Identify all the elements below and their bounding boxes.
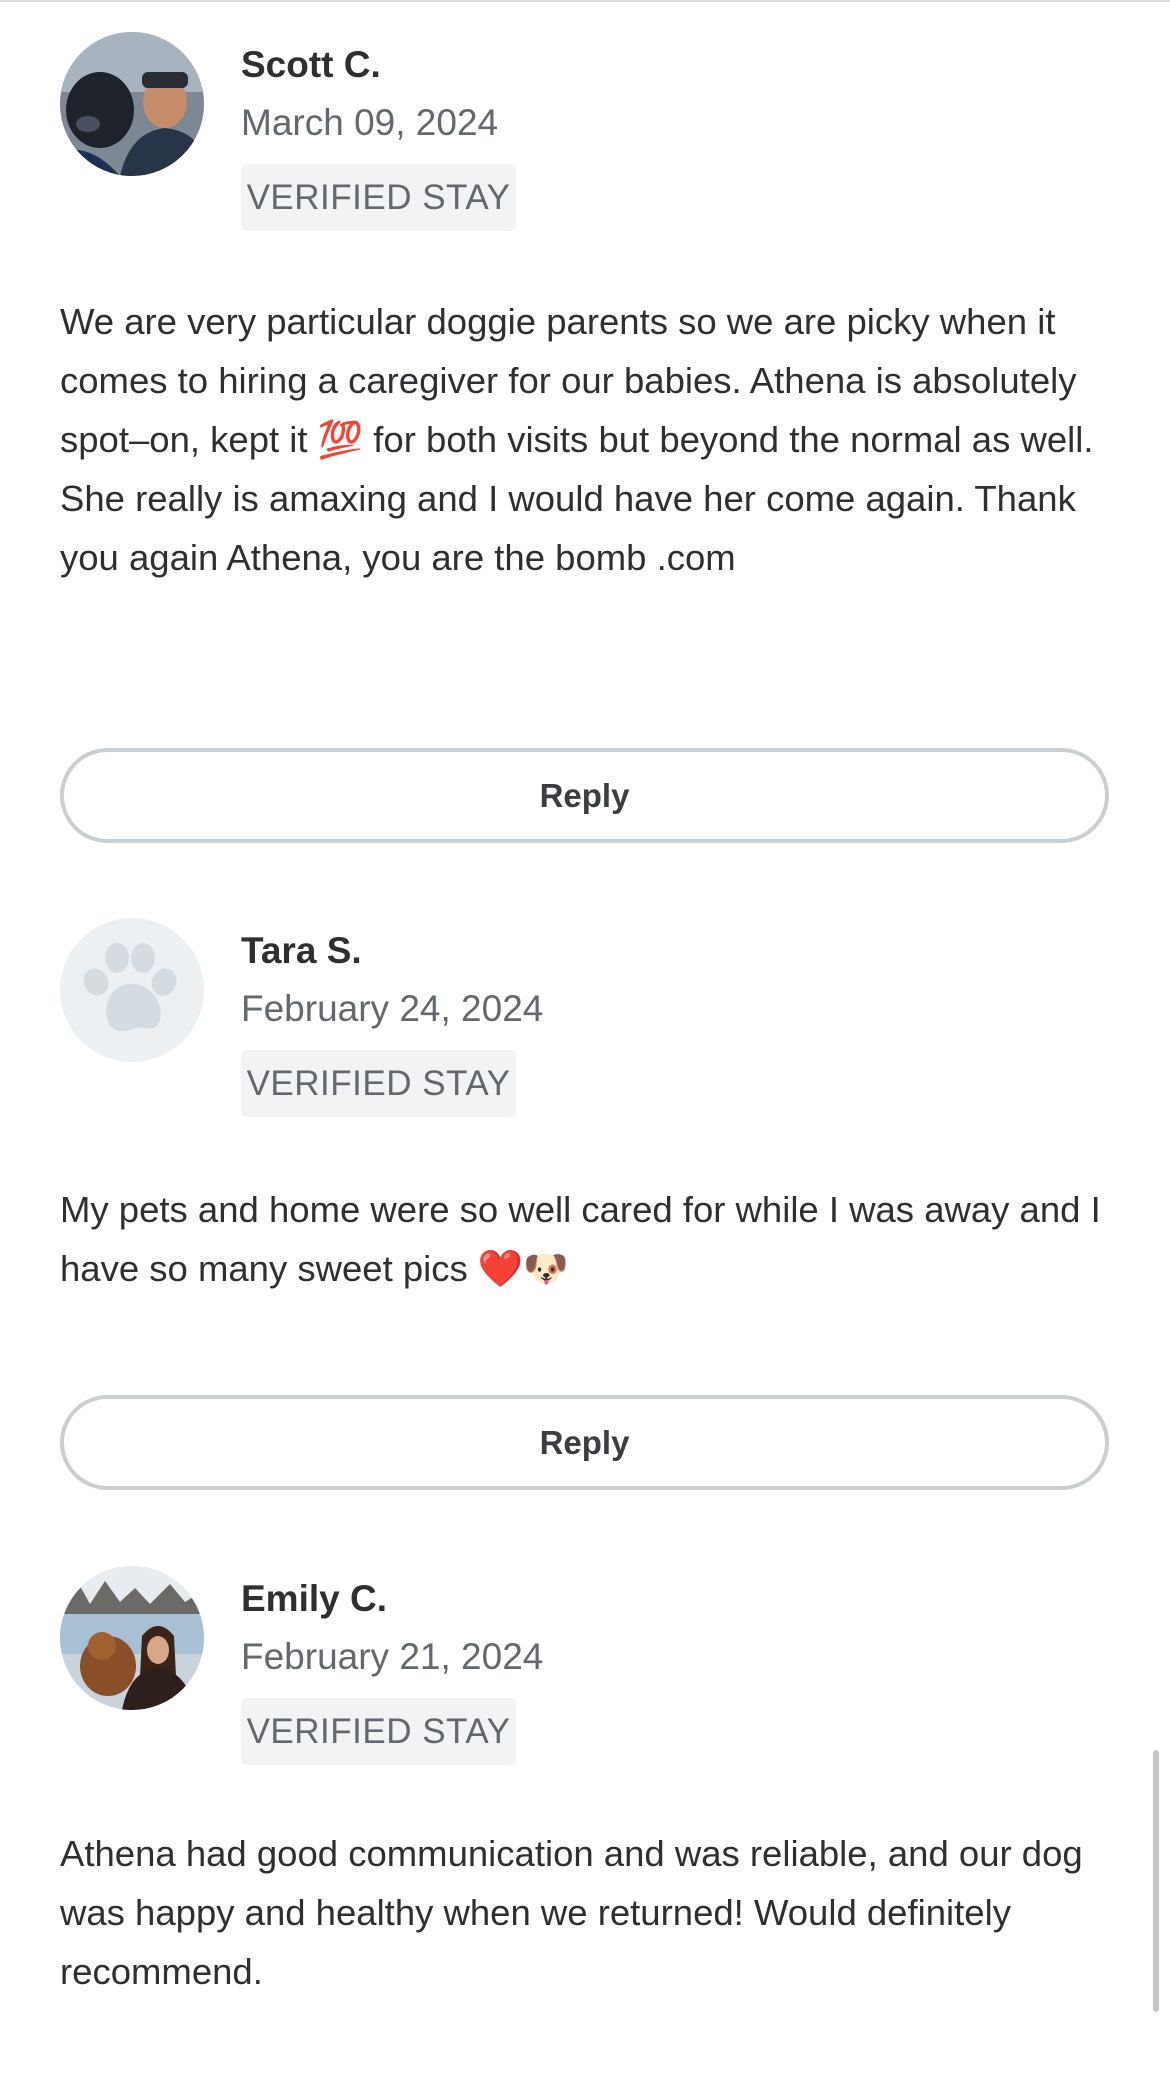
reviewer-avatar[interactable] bbox=[60, 918, 204, 1062]
reviewer-name: Emily C. bbox=[241, 1578, 387, 1619]
reply-button[interactable]: Reply bbox=[60, 1395, 1109, 1490]
reply-button[interactable]: Reply bbox=[60, 748, 1109, 843]
review-date: March 09, 2024 bbox=[241, 102, 499, 143]
review-text: My pets and home were so well cared for … bbox=[60, 1189, 1101, 1289]
reviewer-avatar[interactable] bbox=[60, 32, 204, 176]
review-date: February 21, 2024 bbox=[241, 1636, 544, 1677]
scrollbar[interactable] bbox=[1153, 1750, 1159, 2012]
verified-stay-badge: VERIFIED STAY bbox=[241, 1050, 516, 1117]
verified-stay-badge: VERIFIED STAY bbox=[241, 164, 516, 231]
paw-icon bbox=[60, 918, 204, 1062]
reviewer-name: Tara S. bbox=[241, 930, 362, 971]
review-text: Athena had good communication and was re… bbox=[60, 1833, 1083, 1992]
review-date: February 24, 2024 bbox=[241, 988, 544, 1029]
review-item: Scott C. March 09, 2024 VERIFIED STAY We… bbox=[60, 32, 1110, 652]
avatar-photo bbox=[60, 1566, 204, 1710]
avatar-photo bbox=[60, 32, 204, 176]
review-item: Tara S. February 24, 2024 VERIFIED STAY … bbox=[60, 918, 1110, 1318]
reviewer-avatar[interactable] bbox=[60, 1566, 204, 1710]
review-item: Emily C. February 21, 2024 VERIFIED STAY… bbox=[60, 1566, 1110, 2006]
reviewer-name: Scott C. bbox=[241, 44, 381, 85]
review-text: We are very particular doggie parents so… bbox=[60, 301, 1094, 578]
verified-stay-badge: VERIFIED STAY bbox=[241, 1698, 516, 1765]
top-divider bbox=[0, 0, 1170, 2]
